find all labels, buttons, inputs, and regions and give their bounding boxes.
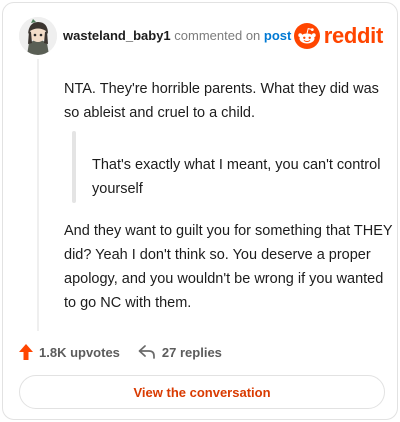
comment-paragraph-2: And they want to guilt you for something… [64, 223, 393, 311]
reddit-alien-icon [293, 23, 320, 49]
upvote-label: 1.8K upvotes [39, 344, 120, 360]
reddit-logo[interactable]: reddit [293, 22, 384, 50]
upvote-arrow-icon [19, 344, 33, 360]
blockquote-text: That's exactly what I meant, you can't c… [92, 157, 381, 197]
post-link[interactable]: post [264, 28, 291, 43]
reply-count[interactable]: 27 replies [138, 345, 222, 360]
comment-card: wasteland_baby1 commented on post reddit… [2, 2, 398, 420]
avatar-image [19, 17, 57, 55]
comment-paragraph-1: NTA. They're horrible parents. What they… [64, 81, 379, 121]
username[interactable]: wasteland_baby1 [63, 28, 171, 43]
avatar[interactable] [19, 17, 57, 55]
action-text: commented on [174, 28, 261, 43]
reply-label: 27 replies [161, 344, 222, 360]
view-conversation-button[interactable]: View the conversation [19, 375, 385, 409]
comment-header: wasteland_baby1 commented on post reddit [19, 17, 383, 57]
author-line: wasteland_baby1 commented on post [63, 28, 291, 43]
upvote-count[interactable]: 1.8K upvotes [19, 344, 120, 360]
reply-arrow-icon [138, 345, 155, 359]
reddit-wordmark: reddit [323, 23, 384, 48]
blockquote-bar [72, 131, 76, 203]
comment-stats: 1.8K upvotes 27 replies [19, 341, 222, 363]
thread-line [37, 59, 39, 331]
